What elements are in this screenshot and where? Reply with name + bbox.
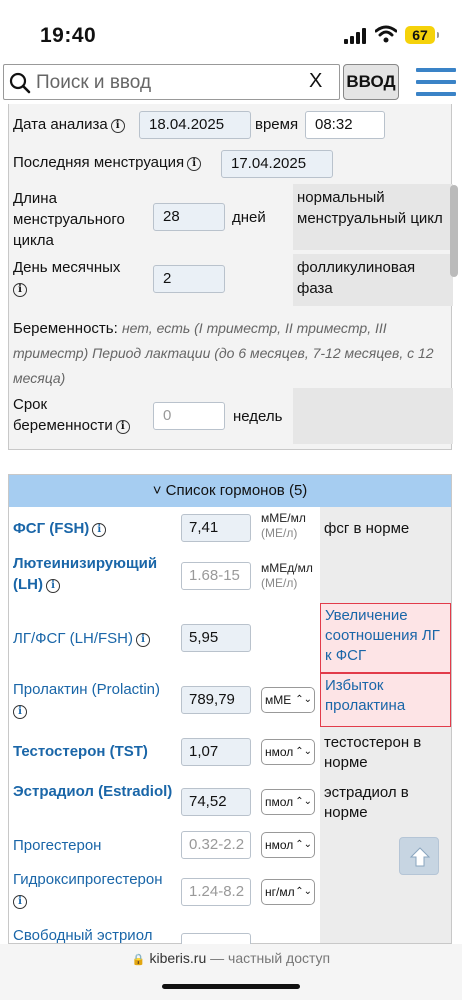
unit-label: мМЕд/мл (МЕ/л) [261,561,313,590]
info-icon[interactable]: i [13,283,27,297]
hormone-name[interactable]: Гидроксипрогестерон i [13,869,163,911]
hormone-name[interactable]: Тестостерон (TST) [13,741,148,762]
term-unit: недель [233,408,283,425]
hormone-value-input[interactable]: 74,52 [181,788,251,816]
pregnancy-info: Беременность: нет, есть (I триместр, II … [13,320,434,386]
cycle-label: Длина менструального цикла [13,190,125,249]
cycle-input[interactable]: 28 [153,203,225,231]
domain-text: kiberis.ru [149,950,207,966]
search-input[interactable] [36,69,296,97]
term-label: Срок беременности i [13,394,143,436]
cycle-interpretation: нормальный менструальный цикл [293,184,453,250]
search-icon [9,72,31,94]
wifi-icon [375,25,397,43]
search-box[interactable]: X [3,64,340,100]
unit-label: мМЕ/мл (МЕ/л) [261,511,306,540]
term-input[interactable]: 0 [153,402,225,430]
unit-select[interactable]: мМЕ ⌃⌄ [261,687,315,713]
hormone-value-input[interactable]: 0.32-2.2 [181,831,251,859]
browser-footer: 🔒 kiberis.ru — частный доступ [0,944,462,1000]
hormone-result: тестостерон в норме [324,734,422,771]
url-bar[interactable]: 🔒 kiberis.ru — частный доступ [0,950,462,966]
submit-button[interactable]: ВВОД [343,64,399,100]
hormone-result: фсг в норме [324,520,410,537]
hamburger-menu-icon[interactable] [416,68,456,98]
info-icon[interactable]: i [92,523,107,537]
last-mens-label: Последняя менструация i [13,152,202,173]
info-icon[interactable]: i [13,895,27,909]
clear-button[interactable]: X [309,70,322,93]
select-arrows-icon: ⌃⌄ [294,880,312,904]
hormone-name[interactable]: Прогестерон [13,835,101,856]
day-interpretation: фолликулиновая фаза [293,254,453,306]
hormone-value-input[interactable]: 5,95 [181,624,251,652]
analysis-panel: Дата анализа i 18.04.2025 время 08:32 Пос… [8,104,453,450]
select-arrows-icon: ⌃⌄ [294,740,312,764]
unit-select[interactable]: нмол ⌃⌄ [261,739,315,765]
hormone-result-alert: Увеличение соотношения ЛГ к ФСГ [320,603,451,673]
hormone-name[interactable]: ФСГ (FSH) i [13,518,107,539]
info-icon[interactable]: i [136,633,150,647]
signal-icon [344,28,370,44]
clock: 19:40 [40,24,97,47]
hormone-value-input[interactable]: 1,07 [181,738,251,766]
date-label: Дата анализа i [13,114,125,135]
home-indicator[interactable] [162,984,300,989]
arrow-up-icon [409,847,431,867]
unit-select[interactable]: нмол ⌃⌄ [261,832,315,858]
hormone-name[interactable]: Свободный эстриол [13,925,152,946]
access-text: — частный доступ [210,950,331,966]
battery-icon: 67 [405,26,439,44]
scroll-top-button[interactable] [399,837,439,875]
info-icon[interactable]: i [110,119,125,133]
hormone-name[interactable]: Эстрадиол (Estradiol) [13,781,178,802]
info-icon[interactable]: i [187,157,202,171]
last-mens-input[interactable]: 17.04.2025 [221,150,333,178]
select-arrows-icon: ⌃⌄ [294,790,312,814]
term-interpretation [293,388,453,444]
hormone-panel: ˅ Список гормонов (5) ФСГ (FSH) i 7,41 мМ… [8,474,452,961]
status-bar: 19:40 67 [0,0,462,62]
day-input[interactable]: 2 [153,265,225,293]
hormone-name[interactable]: Лютеинизирующий (LH) i [13,553,178,595]
scrollbar[interactable] [450,185,458,277]
hormone-value-input[interactable]: 789,79 [181,686,251,714]
info-icon[interactable]: i [46,579,60,593]
time-label: время [255,116,299,133]
unit-select[interactable]: пмол ⌃⌄ [261,789,315,815]
cycle-unit: дней [232,209,266,226]
hormone-name[interactable]: ЛГ/ФСГ (LH/FSH) i [13,628,150,649]
hormone-value-input[interactable]: 7,41 [181,514,251,542]
info-icon[interactable]: i [115,420,130,434]
hormone-list-toggle[interactable]: ˅ Список гормонов (5) [9,475,451,507]
hormone-value-input[interactable]: 1.68-15 [181,562,251,590]
unit-select[interactable]: нг/мл ⌃⌄ [261,879,315,905]
info-icon[interactable]: i [13,705,27,719]
select-arrows-icon: ⌃⌄ [294,688,312,712]
select-arrows-icon: ⌃⌄ [294,833,312,857]
day-label: День месячных i [13,259,121,297]
hormone-value-input[interactable]: 1.24-8.2 [181,878,251,906]
hormone-name[interactable]: Пролактин (Prolactin) i [13,679,178,721]
search-bar: X ВВОД [0,64,462,102]
date-input[interactable]: 18.04.2025 [139,111,251,139]
time-input[interactable]: 08:32 [305,111,385,139]
hormone-result: эстрадиол в норме [324,784,409,821]
hormone-result-alert: Избыток пролактина [320,673,451,727]
lock-icon: 🔒 [131,954,146,966]
